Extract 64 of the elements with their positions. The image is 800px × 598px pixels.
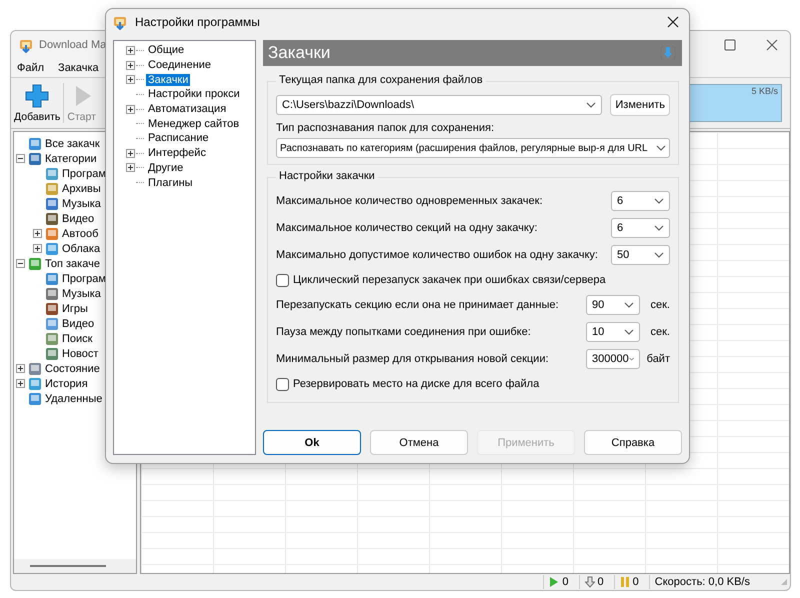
setting-label: Максимально допустимое количество ошибок на одну закачку:: [276, 248, 599, 261]
tree-item[interactable]: Другие: [146, 162, 186, 174]
folder-type-dropdown[interactable]: Распознавать по категориям (расширения файлов, регулярные выр-я для URL: [276, 138, 670, 158]
tree-item[interactable]: Закачки: [146, 74, 190, 86]
speed-reading: 5 KB/s: [751, 86, 778, 96]
tree-item[interactable]: Архивы: [62, 182, 101, 194]
tree-item[interactable]: Общие: [146, 44, 186, 56]
value-dropdown[interactable]: 90: [586, 295, 640, 316]
tree-item[interactable]: Менеджер сайтов: [146, 118, 242, 130]
toolbar-button[interactable]: Добавить: [13, 81, 62, 125]
tree-item[interactable]: Все закачк: [45, 138, 100, 150]
setting-label: Максимальное количество секций на одну закачку:: [276, 222, 538, 234]
tree-item[interactable]: Видео: [62, 212, 94, 224]
setting-label: Минимальный размер для открывания новой секции:: [276, 352, 550, 365]
value-dropdown[interactable]: 6: [611, 191, 670, 212]
setting-label: Перезапускать секцию если она не принимает данные:: [276, 299, 560, 312]
tree-item[interactable]: Видео: [62, 318, 94, 330]
dialog-title: Настройки программы: [135, 15, 260, 29]
checkbox-label: Циклический перезапуск закачек при ошибках связи/сервера: [293, 274, 606, 286]
dialog-button[interactable]: Ok: [263, 430, 361, 455]
tree-item[interactable]: Автоматизация: [146, 103, 228, 116]
dialog-button[interactable]: Отмена: [370, 430, 468, 455]
tree-item[interactable]: Музыка: [62, 288, 101, 300]
tree-item[interactable]: История: [45, 378, 88, 390]
tree-item[interactable]: Програм: [62, 168, 106, 180]
tree-item[interactable]: Настройки прокси: [146, 88, 242, 100]
tree-item[interactable]: Состояние: [45, 362, 100, 374]
path-field[interactable]: C:\Users\bazzi\Downloads\: [276, 95, 602, 115]
value-dropdown[interactable]: 6: [611, 218, 670, 238]
field-label: Тип распознавания папок для сохранения:: [276, 122, 496, 134]
checkbox-label: Резервировать место на диске для всего файла: [293, 378, 540, 390]
group-title: Настройки закачки: [276, 170, 378, 182]
setting-label: Максимальное количество одновременных закачек:: [276, 195, 544, 208]
page-title: Закачки: [268, 43, 330, 63]
speed-status: Скорость: 0,0 KB/s: [654, 576, 750, 588]
unit-label: сек.: [650, 326, 670, 338]
dialog-button[interactable]: Справка: [584, 430, 682, 455]
tree-item[interactable]: Програм: [62, 272, 106, 284]
tree-item[interactable]: Новост: [62, 348, 98, 360]
value-dropdown[interactable]: 50: [611, 244, 670, 265]
tree-item[interactable]: Музыка: [62, 198, 101, 210]
value-dropdown[interactable]: 300000: [586, 348, 640, 369]
value-dropdown[interactable]: 10: [586, 322, 640, 342]
tree-item[interactable]: Интерфейс: [146, 147, 208, 160]
change-button[interactable]: Изменить: [610, 94, 670, 116]
tree-item[interactable]: Категории: [45, 152, 97, 164]
active-count: 0: [562, 576, 569, 588]
tree-item[interactable]: Соединение: [146, 59, 214, 72]
tree-item[interactable]: Игры: [62, 302, 88, 314]
menu-item[interactable]: Файл: [17, 62, 44, 74]
unit-label: байт: [646, 352, 670, 365]
unit-label: сек.: [650, 299, 670, 312]
tree-item[interactable]: Облака: [62, 242, 100, 254]
group-title: Текущая папка для сохранения файлов: [276, 74, 486, 86]
tree-item[interactable]: Плагины: [146, 176, 195, 189]
tree-item[interactable]: Автооб: [62, 228, 98, 240]
tree-item[interactable]: Расписание: [146, 132, 211, 144]
tree-item[interactable]: Удаленные: [45, 392, 102, 404]
setting-label: Пауза между попытками соединения при ошибке:: [276, 326, 532, 338]
menu-item[interactable]: Закачка: [58, 62, 99, 74]
tree-item[interactable]: Топ закаче: [45, 258, 100, 270]
paused-count: 0: [632, 576, 639, 588]
tree-item[interactable]: Поиск: [62, 332, 92, 344]
downloaded-count: 0: [598, 576, 604, 588]
